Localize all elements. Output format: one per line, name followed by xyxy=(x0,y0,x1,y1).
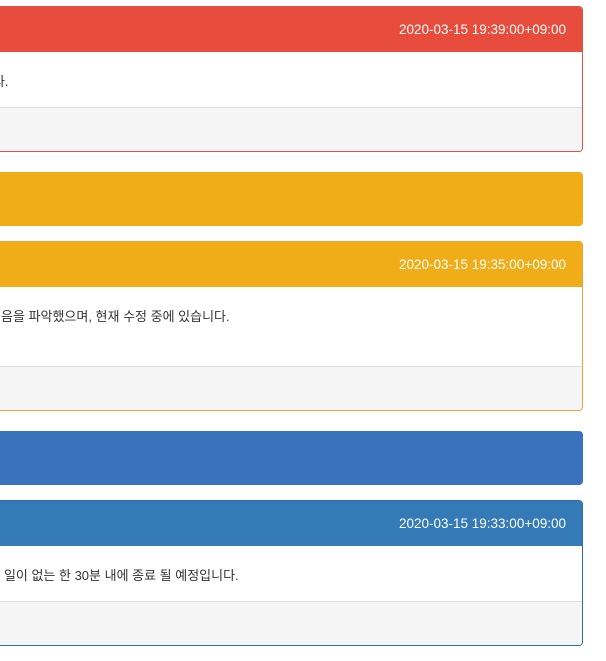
notice-header: 2020-03-15 19:35:00+09:00 xyxy=(0,242,582,287)
notice-timestamp: 2020-03-15 19:35:00+09:00 xyxy=(398,257,566,272)
notice-footer xyxy=(0,107,582,151)
notice-footer xyxy=(0,601,582,645)
notice-body: 니다. xyxy=(0,52,582,107)
status-bar-warning xyxy=(0,172,583,226)
notice-panel-primary: 2020-03-15 19:33:00+09:00 - 일이 없는 한 30분 … xyxy=(0,500,583,646)
notice-panel-warning: 2020-03-15 19:35:00+09:00 음을 파악했으며, 현재 수… xyxy=(0,241,583,411)
notice-timestamp: 2020-03-15 19:33:00+09:00 xyxy=(398,516,566,531)
notice-timestamp: 2020-03-15 19:39:00+09:00 xyxy=(398,22,566,37)
notice-body: - 일이 없는 한 30분 내에 종료 될 예정입니다. xyxy=(0,546,582,601)
notice-message: - 일이 없는 한 30분 내에 종료 될 예정입니다. xyxy=(0,568,239,583)
notice-header: 2020-03-15 19:33:00+09:00 xyxy=(0,501,582,546)
notice-footer xyxy=(0,366,582,410)
notice-message: 음을 파악했으며, 현재 수정 중에 있습니다. xyxy=(1,309,230,324)
notice-header: 2020-03-15 19:39:00+09:00 xyxy=(0,7,582,52)
notice-panel-danger: 2020-03-15 19:39:00+09:00 니다. xyxy=(0,6,583,152)
notice-body: 음을 파악했으며, 현재 수정 중에 있습니다. xyxy=(0,287,582,366)
notice-message: 니다. xyxy=(0,74,9,89)
status-timeline: 2020-03-15 19:39:00+09:00 니다. 2020-03-15… xyxy=(0,0,606,661)
status-bar-info xyxy=(0,431,583,485)
